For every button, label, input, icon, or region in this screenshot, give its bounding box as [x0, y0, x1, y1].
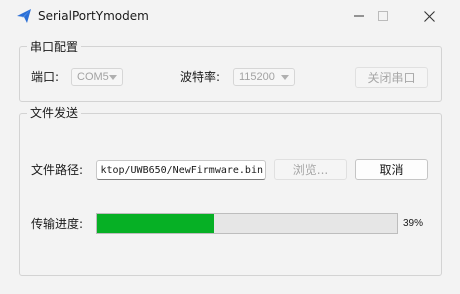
- close-port-button[interactable]: 关闭串口: [355, 67, 428, 88]
- window-title: SerialPortYmodem: [38, 9, 149, 23]
- file-send-title: 文件发送: [27, 106, 82, 120]
- progress-fill: [97, 214, 214, 233]
- paper-plane-icon: [17, 9, 31, 23]
- file-send-group: [19, 113, 442, 276]
- progress-percent: 39%: [403, 218, 424, 229]
- port-value: COM5: [77, 71, 109, 83]
- close-window-button[interactable]: [406, 0, 452, 32]
- maximize-icon: [378, 11, 388, 21]
- maximize-button[interactable]: [360, 0, 406, 32]
- baud-value: 115200: [239, 71, 275, 83]
- baud-select[interactable]: 115200: [233, 68, 295, 86]
- port-label: 端口:: [31, 70, 60, 84]
- file-path-value: ktop/UWB650/NewFirmware.bin: [100, 165, 263, 176]
- browse-button[interactable]: 浏览...: [274, 159, 347, 180]
- chevron-down-icon: [281, 75, 289, 80]
- serial-config-title: 串口配置: [27, 40, 82, 54]
- baud-label: 波特率:: [180, 70, 221, 84]
- chevron-down-icon: [109, 75, 117, 80]
- title-bar: SerialPortYmodem: [0, 0, 460, 32]
- port-select[interactable]: COM5: [71, 68, 123, 86]
- progress-label: 传输进度:: [31, 217, 84, 231]
- close-icon: [423, 10, 435, 22]
- cancel-button[interactable]: 取消: [355, 159, 428, 180]
- transfer-progress-bar: [96, 213, 398, 234]
- file-path-input[interactable]: ktop/UWB650/NewFirmware.bin: [96, 160, 266, 180]
- file-path-label: 文件路径:: [31, 163, 84, 177]
